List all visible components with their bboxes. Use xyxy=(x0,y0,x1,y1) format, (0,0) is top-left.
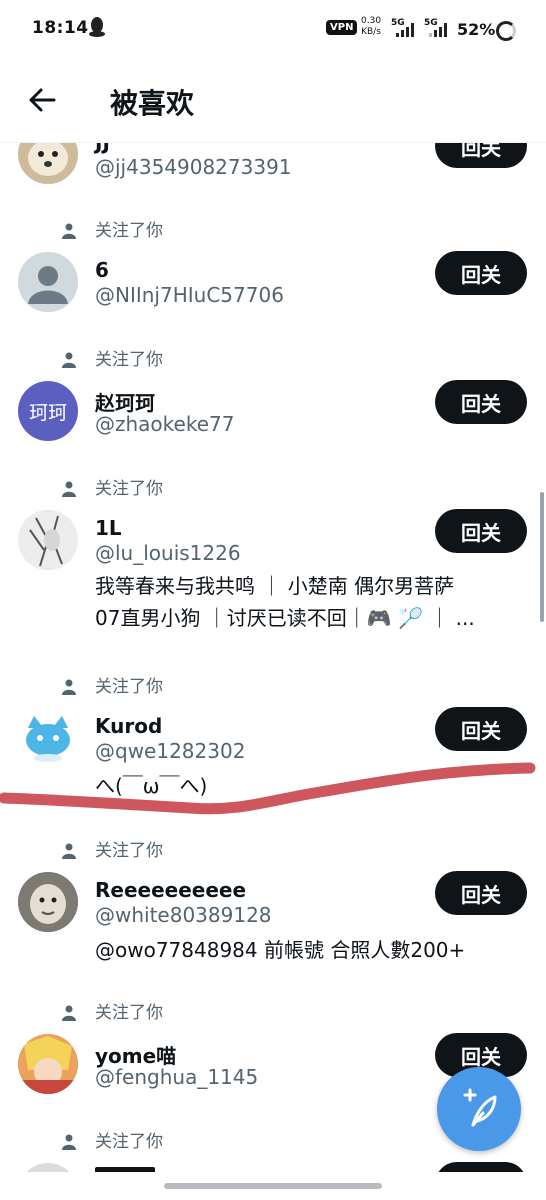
person-icon xyxy=(62,481,76,497)
user-bio: @owo77848984 前帳號 合照人數200+ xyxy=(95,938,466,962)
scrollbar[interactable] xyxy=(540,492,544,622)
status-time: 18:14 xyxy=(32,18,89,38)
user-handle[interactable]: @jj4354908273391 xyxy=(95,155,292,179)
compose-button[interactable] xyxy=(437,1067,521,1151)
feather-plus-icon xyxy=(463,1088,497,1127)
person-icon xyxy=(62,679,76,695)
blue-cat-avatar-icon xyxy=(18,708,78,768)
dog-avatar-icon xyxy=(18,142,78,184)
followed-you-note: 关注了你 xyxy=(95,1003,163,1023)
anime-avatar-icon xyxy=(18,1034,78,1094)
vpn-badge: VPN xyxy=(326,20,358,35)
followed-you-note: 关注了你 xyxy=(95,221,163,241)
sketch-avatar-icon xyxy=(18,510,78,570)
page-title: 被喜欢 xyxy=(110,87,195,120)
avatar[interactable] xyxy=(18,1163,78,1172)
person-icon xyxy=(62,1005,76,1021)
default-person-icon xyxy=(18,252,78,312)
avatar[interactable] xyxy=(18,252,78,312)
avatar-text: 珂珂 xyxy=(28,401,67,424)
follow-back-button[interactable]: 回关 xyxy=(435,142,527,168)
signal-icon-2 xyxy=(429,23,447,37)
user-handle[interactable]: @qwe1282302 xyxy=(95,739,245,763)
user-name[interactable]: JJ xyxy=(95,142,110,154)
person-icon xyxy=(62,223,76,239)
avatar[interactable] xyxy=(18,1034,78,1094)
battery-percent: 52% xyxy=(457,20,496,39)
follow-back-button[interactable] xyxy=(435,1162,527,1172)
user-bio: へ(￣ω￣へ) xyxy=(95,774,208,798)
user-handle[interactable]: @fenghua_1145 xyxy=(95,1065,258,1089)
person-icon xyxy=(62,352,76,368)
monkey-avatar-icon xyxy=(18,872,78,932)
follow-back-button[interactable]: 回关 xyxy=(435,707,527,751)
avatar[interactable] xyxy=(18,708,78,768)
avatar[interactable] xyxy=(18,872,78,932)
signal-icon-1 xyxy=(396,23,414,37)
followed-you-note: 关注了你 xyxy=(95,677,163,697)
avatar[interactable] xyxy=(18,142,78,184)
header: 被喜欢 xyxy=(0,62,546,143)
status-bar: 18:14 VPN 0.30 KB/s 5G 5G 52% xyxy=(0,0,546,62)
followed-you-note: 关注了你 xyxy=(95,350,163,370)
user-name[interactable]: 6 xyxy=(95,258,109,282)
network-speed: 0.30 KB/s xyxy=(361,16,382,37)
person-icon xyxy=(62,1134,76,1150)
followed-you-note: 关注了你 xyxy=(95,479,163,499)
battery-icon xyxy=(496,21,516,41)
user-name[interactable]: Reeeeeeeeee xyxy=(95,878,246,902)
back-arrow-icon[interactable] xyxy=(26,84,58,116)
user-handle[interactable]: @lu_louis1226 xyxy=(95,541,241,565)
liked-by-list[interactable]: JJ @jj4354908273391 回关 关注了你 6 @NIInj7HIu… xyxy=(0,142,546,1172)
followed-you-note: 关注了你 xyxy=(95,841,163,861)
follow-back-button[interactable]: 回关 xyxy=(435,251,527,295)
follow-back-button[interactable]: 回关 xyxy=(435,509,527,553)
follow-back-button[interactable]: 回关 xyxy=(435,380,527,424)
avatar[interactable]: 珂珂 xyxy=(18,381,78,441)
user-name[interactable]: 1L xyxy=(95,516,122,540)
user-name[interactable]: Kurod xyxy=(95,714,162,738)
home-indicator[interactable] xyxy=(164,1183,382,1189)
avatar[interactable] xyxy=(18,510,78,570)
user-handle[interactable]: @NIInj7HIuC57706 xyxy=(95,283,284,307)
user-handle[interactable]: @zhaokeke77 xyxy=(95,412,234,436)
qq-penguin-icon xyxy=(89,17,105,37)
followed-you-note: 关注了你 xyxy=(95,1132,163,1152)
person-icon xyxy=(62,843,76,859)
follow-back-button[interactable]: 回关 xyxy=(435,871,527,915)
user-bio: 我等春来与我共鸣 ｜ 小楚南 偶尔男菩萨 07直男小狗 ｜讨厌已读不回｜🎮 🏸 … xyxy=(95,574,475,630)
user-handle[interactable]: @white80389128 xyxy=(95,903,272,927)
